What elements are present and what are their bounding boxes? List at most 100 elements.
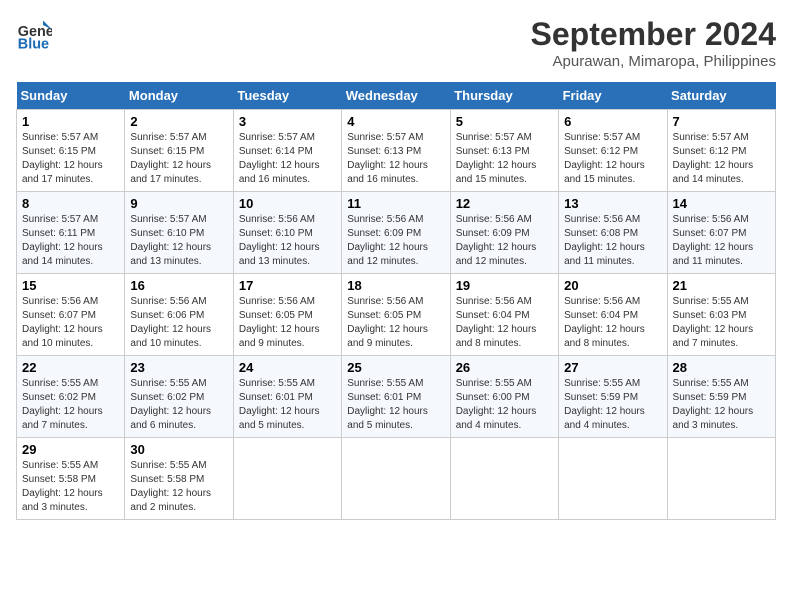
- day-info: Sunrise: 5:57 AM Sunset: 6:11 PM Dayligh…: [22, 213, 119, 269]
- col-header-friday: Friday: [559, 82, 667, 110]
- day-number: 22: [22, 360, 119, 375]
- day-info: Sunrise: 5:57 AM Sunset: 6:15 PM Dayligh…: [22, 131, 119, 187]
- day-info: Sunrise: 5:56 AM Sunset: 6:06 PM Dayligh…: [130, 295, 227, 351]
- calendar-header-row: SundayMondayTuesdayWednesdayThursdayFrid…: [17, 82, 776, 110]
- calendar-cell: [559, 438, 667, 520]
- day-number: 24: [239, 360, 336, 375]
- day-number: 26: [456, 360, 553, 375]
- col-header-saturday: Saturday: [667, 82, 775, 110]
- day-info: Sunrise: 5:56 AM Sunset: 6:05 PM Dayligh…: [239, 295, 336, 351]
- col-header-tuesday: Tuesday: [233, 82, 341, 110]
- day-info: Sunrise: 5:55 AM Sunset: 6:01 PM Dayligh…: [239, 377, 336, 433]
- calendar-cell: [667, 438, 775, 520]
- day-info: Sunrise: 5:55 AM Sunset: 5:58 PM Dayligh…: [22, 459, 119, 515]
- day-info: Sunrise: 5:56 AM Sunset: 6:09 PM Dayligh…: [347, 213, 444, 269]
- calendar-cell: 2 Sunrise: 5:57 AM Sunset: 6:15 PM Daylig…: [125, 110, 233, 192]
- calendar-cell: 13 Sunrise: 5:56 AM Sunset: 6:08 PM Dayli…: [559, 192, 667, 274]
- calendar-cell: 15 Sunrise: 5:56 AM Sunset: 6:07 PM Dayli…: [17, 274, 125, 356]
- day-number: 19: [456, 278, 553, 293]
- day-info: Sunrise: 5:57 AM Sunset: 6:10 PM Dayligh…: [130, 213, 227, 269]
- title-area: September 2024 Apurawan, Mimaropa, Phili…: [531, 16, 776, 70]
- day-info: Sunrise: 5:56 AM Sunset: 6:09 PM Dayligh…: [456, 213, 553, 269]
- day-info: Sunrise: 5:57 AM Sunset: 6:13 PM Dayligh…: [347, 131, 444, 187]
- logo-icon: General Blue: [16, 16, 52, 52]
- day-info: Sunrise: 5:56 AM Sunset: 6:07 PM Dayligh…: [673, 213, 770, 269]
- day-number: 14: [673, 196, 770, 211]
- day-info: Sunrise: 5:55 AM Sunset: 6:03 PM Dayligh…: [673, 295, 770, 351]
- calendar-cell: 14 Sunrise: 5:56 AM Sunset: 6:07 PM Dayli…: [667, 192, 775, 274]
- calendar-week-2: 8Sunrise: 5:57 AM Sunset: 6:11 PM Daylig…: [17, 192, 776, 274]
- calendar-week-3: 15 Sunrise: 5:56 AM Sunset: 6:07 PM Dayli…: [17, 274, 776, 356]
- day-number: 7: [673, 114, 770, 129]
- calendar-cell: 21 Sunrise: 5:55 AM Sunset: 6:03 PM Dayli…: [667, 274, 775, 356]
- calendar-cell: 4Sunrise: 5:57 AM Sunset: 6:13 PM Daylig…: [342, 110, 450, 192]
- day-info: Sunrise: 5:55 AM Sunset: 6:01 PM Dayligh…: [347, 377, 444, 433]
- calendar-week-1: 1Sunrise: 5:57 AM Sunset: 6:15 PM Daylig…: [17, 110, 776, 192]
- calendar-week-5: 29 Sunrise: 5:55 AM Sunset: 5:58 PM Dayli…: [17, 438, 776, 520]
- day-info: Sunrise: 5:57 AM Sunset: 6:12 PM Dayligh…: [673, 131, 770, 187]
- col-header-wednesday: Wednesday: [342, 82, 450, 110]
- day-number: 29: [22, 442, 119, 457]
- calendar-cell: 8Sunrise: 5:57 AM Sunset: 6:11 PM Daylig…: [17, 192, 125, 274]
- calendar-cell: 22 Sunrise: 5:55 AM Sunset: 6:02 PM Dayli…: [17, 356, 125, 438]
- calendar-cell: 5Sunrise: 5:57 AM Sunset: 6:13 PM Daylig…: [450, 110, 558, 192]
- calendar-cell: 23Sunrise: 5:55 AM Sunset: 6:02 PM Dayli…: [125, 356, 233, 438]
- calendar-cell: 25 Sunrise: 5:55 AM Sunset: 6:01 PM Dayli…: [342, 356, 450, 438]
- calendar-cell: 24 Sunrise: 5:55 AM Sunset: 6:01 PM Dayli…: [233, 356, 341, 438]
- day-info: Sunrise: 5:55 AM Sunset: 6:02 PM Dayligh…: [130, 377, 227, 433]
- calendar-cell: 17Sunrise: 5:56 AM Sunset: 6:05 PM Dayli…: [233, 274, 341, 356]
- calendar-cell: 7 Sunrise: 5:57 AM Sunset: 6:12 PM Daylig…: [667, 110, 775, 192]
- day-number: 30: [130, 442, 227, 457]
- calendar-cell: 30 Sunrise: 5:55 AM Sunset: 5:58 PM Dayli…: [125, 438, 233, 520]
- col-header-thursday: Thursday: [450, 82, 558, 110]
- calendar-cell: 10Sunrise: 5:56 AM Sunset: 6:10 PM Dayli…: [233, 192, 341, 274]
- day-number: 3: [239, 114, 336, 129]
- day-number: 12: [456, 196, 553, 211]
- day-number: 15: [22, 278, 119, 293]
- day-info: Sunrise: 5:55 AM Sunset: 6:00 PM Dayligh…: [456, 377, 553, 433]
- day-number: 5: [456, 114, 553, 129]
- col-header-sunday: Sunday: [17, 82, 125, 110]
- day-info: Sunrise: 5:56 AM Sunset: 6:07 PM Dayligh…: [22, 295, 119, 351]
- day-info: Sunrise: 5:57 AM Sunset: 6:12 PM Dayligh…: [564, 131, 661, 187]
- calendar-cell: 9 Sunrise: 5:57 AM Sunset: 6:10 PM Daylig…: [125, 192, 233, 274]
- day-number: 25: [347, 360, 444, 375]
- calendar-cell: [342, 438, 450, 520]
- day-info: Sunrise: 5:55 AM Sunset: 5:59 PM Dayligh…: [673, 377, 770, 433]
- day-info: Sunrise: 5:55 AM Sunset: 5:59 PM Dayligh…: [564, 377, 661, 433]
- day-info: Sunrise: 5:56 AM Sunset: 6:04 PM Dayligh…: [564, 295, 661, 351]
- day-number: 2: [130, 114, 227, 129]
- calendar-cell: [233, 438, 341, 520]
- day-number: 18: [347, 278, 444, 293]
- day-number: 21: [673, 278, 770, 293]
- header: General Blue September 2024 Apurawan, Mi…: [16, 16, 776, 70]
- day-info: Sunrise: 5:55 AM Sunset: 6:02 PM Dayligh…: [22, 377, 119, 433]
- svg-text:Blue: Blue: [18, 36, 49, 52]
- calendar-cell: 29 Sunrise: 5:55 AM Sunset: 5:58 PM Dayli…: [17, 438, 125, 520]
- day-number: 9: [130, 196, 227, 211]
- calendar-cell: 3Sunrise: 5:57 AM Sunset: 6:14 PM Daylig…: [233, 110, 341, 192]
- day-number: 10: [239, 196, 336, 211]
- calendar-cell: 27 Sunrise: 5:55 AM Sunset: 5:59 PM Dayli…: [559, 356, 667, 438]
- day-info: Sunrise: 5:56 AM Sunset: 6:05 PM Dayligh…: [347, 295, 444, 351]
- logo: General Blue: [16, 16, 52, 52]
- day-info: Sunrise: 5:56 AM Sunset: 6:08 PM Dayligh…: [564, 213, 661, 269]
- main-title: September 2024: [531, 16, 776, 53]
- day-number: 6: [564, 114, 661, 129]
- calendar-week-4: 22 Sunrise: 5:55 AM Sunset: 6:02 PM Dayli…: [17, 356, 776, 438]
- col-header-monday: Monday: [125, 82, 233, 110]
- day-number: 16: [130, 278, 227, 293]
- calendar-cell: 1Sunrise: 5:57 AM Sunset: 6:15 PM Daylig…: [17, 110, 125, 192]
- day-number: 13: [564, 196, 661, 211]
- calendar-cell: 26 Sunrise: 5:55 AM Sunset: 6:00 PM Dayli…: [450, 356, 558, 438]
- day-number: 27: [564, 360, 661, 375]
- calendar-body: 1Sunrise: 5:57 AM Sunset: 6:15 PM Daylig…: [17, 110, 776, 520]
- day-number: 20: [564, 278, 661, 293]
- calendar-cell: 11Sunrise: 5:56 AM Sunset: 6:09 PM Dayli…: [342, 192, 450, 274]
- day-number: 28: [673, 360, 770, 375]
- day-info: Sunrise: 5:57 AM Sunset: 6:15 PM Dayligh…: [130, 131, 227, 187]
- day-info: Sunrise: 5:55 AM Sunset: 5:58 PM Dayligh…: [130, 459, 227, 515]
- subtitle: Apurawan, Mimaropa, Philippines: [531, 53, 776, 70]
- calendar-cell: 20 Sunrise: 5:56 AM Sunset: 6:04 PM Dayli…: [559, 274, 667, 356]
- calendar-cell: 18 Sunrise: 5:56 AM Sunset: 6:05 PM Dayli…: [342, 274, 450, 356]
